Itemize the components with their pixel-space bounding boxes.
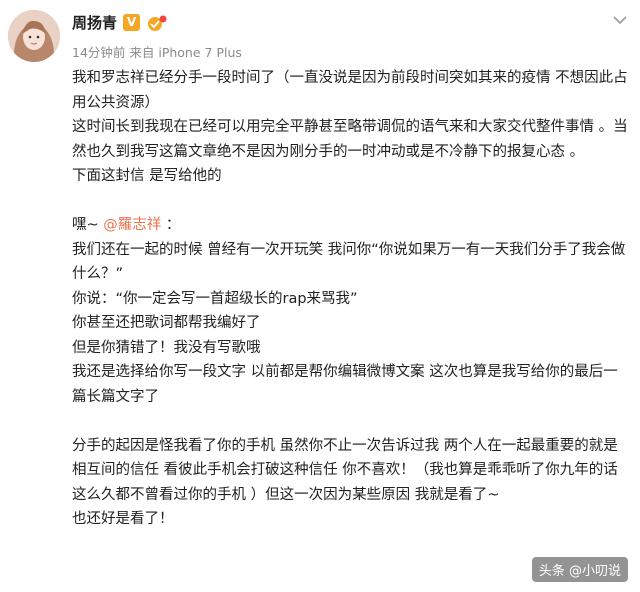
paragraph: 你甚至还把歌词都帮我编好了 (72, 315, 261, 331)
greeting-prefix: 嘿~ (72, 217, 104, 233)
post-meta: 14分钟前 来自 iPhone 7 Plus (72, 45, 242, 60)
post-header: 周扬青 V (72, 12, 168, 33)
paragraph: 我们还在一起的时候 曾经有一次开玩笑 我问你“你说如果万一有一天我们分手了我会做… (72, 241, 626, 283)
username[interactable]: 周扬青 (72, 12, 117, 33)
paragraph: 但是你猜错了！我没有写歌哦 (72, 339, 261, 356)
avatar[interactable] (8, 10, 60, 62)
avatar-image (8, 10, 60, 62)
chevron-down-icon[interactable] (610, 10, 630, 30)
paragraph: 你说：“你一定会写一首超级长的rap来骂我” (72, 290, 358, 307)
paragraph: 我还是选择给你写一段文字 以前都是帮你编辑微博文案 这次也算是我写给你的最后一篇… (72, 364, 618, 405)
mention-link[interactable]: @羅志祥 (103, 217, 161, 233)
greeting-suffix: ： (161, 217, 181, 233)
verified-badge-icon: V (123, 14, 141, 31)
paragraph: 下面这封信 是写给他的 (72, 168, 222, 184)
member-icon (146, 14, 168, 32)
paragraph: 分手的起因是怪我看了你的手机 虽然你不止一次告诉过我 两个人在一起最重要的就是相… (72, 437, 618, 503)
greeting-line: 嘿~ @羅志祥 ： (72, 213, 630, 238)
paragraph: 我和罗志祥已经分手一段时间了（一直没说是因为前段时间突如其来的疫情 不想因此占用… (72, 70, 628, 111)
post-content: 我和罗志祥已经分手一段时间了（一直没说是因为前段时间突如其来的疫情 不想因此占用… (72, 66, 630, 532)
paragraph: 也还好是看了！ (72, 511, 174, 527)
watermark: 头条 @小叨说 (531, 557, 628, 582)
paragraph: 这时间长到我现在已经可以用完全平静甚至略带调侃的语气来和大家交代整件事情 。当然… (72, 119, 628, 160)
